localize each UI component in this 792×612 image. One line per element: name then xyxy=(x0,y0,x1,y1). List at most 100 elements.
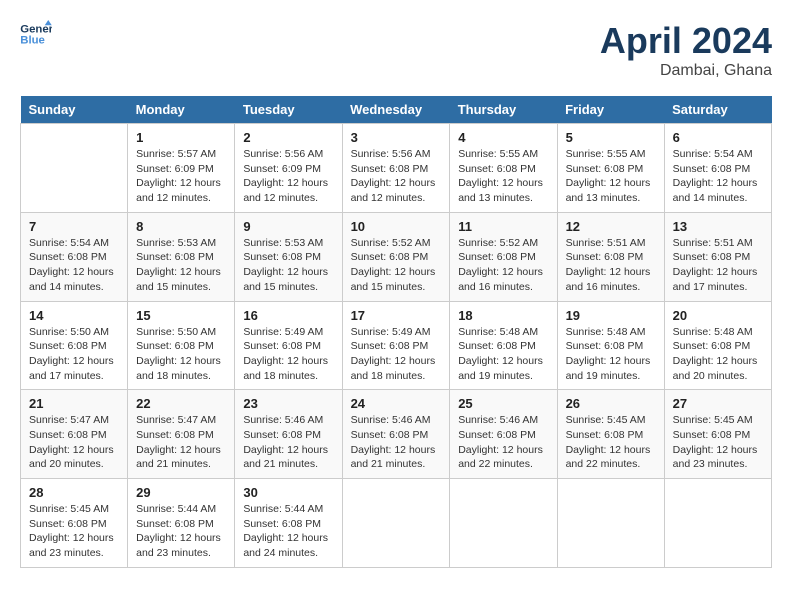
calendar-cell: 7 Sunrise: 5:54 AM Sunset: 6:08 PM Daylig… xyxy=(21,212,128,301)
day-info: Sunrise: 5:54 AM Sunset: 6:08 PM Dayligh… xyxy=(29,236,119,295)
calendar-cell xyxy=(450,479,557,568)
day-number: 6 xyxy=(673,130,763,145)
day-number: 14 xyxy=(29,308,119,323)
calendar-cell: 8 Sunrise: 5:53 AM Sunset: 6:08 PM Daylig… xyxy=(128,212,235,301)
calendar-cell: 6Sunrise: 5:54 AM Sunset: 6:08 PM Daylig… xyxy=(664,124,771,213)
day-number: 29 xyxy=(136,485,226,500)
day-info: Sunrise: 5:48 AM Sunset: 6:08 PM Dayligh… xyxy=(566,325,656,384)
day-number: 3 xyxy=(351,130,442,145)
day-number: 20 xyxy=(673,308,763,323)
calendar-cell: 15 Sunrise: 5:50 AM Sunset: 6:08 PM Dayli… xyxy=(128,301,235,390)
svg-text:Blue: Blue xyxy=(20,35,45,47)
day-number: 15 xyxy=(136,308,226,323)
day-number: 16 xyxy=(243,308,333,323)
weekday-wednesday: Wednesday xyxy=(342,96,450,124)
calendar-cell: 2Sunrise: 5:56 AM Sunset: 6:09 PM Daylig… xyxy=(235,124,342,213)
calendar-cell: 20 Sunrise: 5:48 AM Sunset: 6:08 PM Dayli… xyxy=(664,301,771,390)
day-info: Sunrise: 5:46 AM Sunset: 6:08 PM Dayligh… xyxy=(458,413,548,472)
calendar-cell: 21 Sunrise: 5:47 AM Sunset: 6:08 PM Dayli… xyxy=(21,390,128,479)
calendar-week-5: 28Sunrise: 5:45 AM Sunset: 6:08 PM Dayli… xyxy=(21,479,772,568)
day-info: Sunrise: 5:45 AM Sunset: 6:08 PM Dayligh… xyxy=(673,413,763,472)
day-info: Sunrise: 5:49 AM Sunset: 6:08 PM Dayligh… xyxy=(243,325,333,384)
day-info: Sunrise: 5:48 AM Sunset: 6:08 PM Dayligh… xyxy=(673,325,763,384)
calendar-cell: 29 Sunrise: 5:44 AM Sunset: 6:08 PM Dayli… xyxy=(128,479,235,568)
calendar-cell: 28Sunrise: 5:45 AM Sunset: 6:08 PM Dayli… xyxy=(21,479,128,568)
weekday-sunday: Sunday xyxy=(21,96,128,124)
day-info: Sunrise: 5:56 AM Sunset: 6:08 PM Dayligh… xyxy=(351,147,442,206)
calendar-cell: 30Sunrise: 5:44 AM Sunset: 6:08 PM Dayli… xyxy=(235,479,342,568)
calendar-table: SundayMondayTuesdayWednesdayThursdayFrid… xyxy=(20,96,772,568)
calendar-cell: 12 Sunrise: 5:51 AM Sunset: 6:08 PM Dayli… xyxy=(557,212,664,301)
weekday-saturday: Saturday xyxy=(664,96,771,124)
calendar-cell: 10Sunrise: 5:52 AM Sunset: 6:08 PM Dayli… xyxy=(342,212,450,301)
day-info: Sunrise: 5:46 AM Sunset: 6:08 PM Dayligh… xyxy=(243,413,333,472)
day-number: 23 xyxy=(243,396,333,411)
day-info: Sunrise: 5:49 AM Sunset: 6:08 PM Dayligh… xyxy=(351,325,442,384)
calendar-cell xyxy=(342,479,450,568)
day-number: 17 xyxy=(351,308,442,323)
day-info: Sunrise: 5:45 AM Sunset: 6:08 PM Dayligh… xyxy=(566,413,656,472)
day-info: Sunrise: 5:44 AM Sunset: 6:08 PM Dayligh… xyxy=(243,502,333,561)
calendar-cell: 3 Sunrise: 5:56 AM Sunset: 6:08 PM Daylig… xyxy=(342,124,450,213)
calendar-cell: 23 Sunrise: 5:46 AM Sunset: 6:08 PM Dayli… xyxy=(235,390,342,479)
day-info: Sunrise: 5:53 AM Sunset: 6:08 PM Dayligh… xyxy=(136,236,226,295)
day-number: 12 xyxy=(566,219,656,234)
weekday-friday: Friday xyxy=(557,96,664,124)
weekday-header: SundayMondayTuesdayWednesdayThursdayFrid… xyxy=(21,96,772,124)
day-info: Sunrise: 5:55 AM Sunset: 6:08 PM Dayligh… xyxy=(566,147,656,206)
calendar-week-3: 14 Sunrise: 5:50 AM Sunset: 6:08 PM Dayli… xyxy=(21,301,772,390)
month-title: April 2024 xyxy=(600,20,772,62)
day-number: 10 xyxy=(351,219,442,234)
day-info: Sunrise: 5:47 AM Sunset: 6:08 PM Dayligh… xyxy=(29,413,119,472)
day-number: 21 xyxy=(29,396,119,411)
location-title: Dambai, Ghana xyxy=(600,62,772,80)
calendar-week-2: 7 Sunrise: 5:54 AM Sunset: 6:08 PM Daylig… xyxy=(21,212,772,301)
day-info: Sunrise: 5:48 AM Sunset: 6:08 PM Dayligh… xyxy=(458,325,548,384)
day-info: Sunrise: 5:45 AM Sunset: 6:08 PM Dayligh… xyxy=(29,502,119,561)
calendar-cell: 25Sunrise: 5:46 AM Sunset: 6:08 PM Dayli… xyxy=(450,390,557,479)
day-info: Sunrise: 5:53 AM Sunset: 6:08 PM Dayligh… xyxy=(243,236,333,295)
logo: General Blue xyxy=(20,20,52,48)
day-number: 24 xyxy=(351,396,442,411)
day-number: 5 xyxy=(566,130,656,145)
day-number: 4 xyxy=(458,130,548,145)
logo-icon: General Blue xyxy=(20,20,52,48)
calendar-cell xyxy=(21,124,128,213)
day-number: 9 xyxy=(243,219,333,234)
day-number: 2 xyxy=(243,130,333,145)
day-info: Sunrise: 5:50 AM Sunset: 6:08 PM Dayligh… xyxy=(136,325,226,384)
day-number: 8 xyxy=(136,219,226,234)
calendar-cell: 11 Sunrise: 5:52 AM Sunset: 6:08 PM Dayli… xyxy=(450,212,557,301)
day-info: Sunrise: 5:51 AM Sunset: 6:08 PM Dayligh… xyxy=(566,236,656,295)
weekday-thursday: Thursday xyxy=(450,96,557,124)
calendar-cell: 22Sunrise: 5:47 AM Sunset: 6:08 PM Dayli… xyxy=(128,390,235,479)
calendar-cell: 1Sunrise: 5:57 AM Sunset: 6:09 PM Daylig… xyxy=(128,124,235,213)
calendar-cell: 18Sunrise: 5:48 AM Sunset: 6:08 PM Dayli… xyxy=(450,301,557,390)
day-info: Sunrise: 5:55 AM Sunset: 6:08 PM Dayligh… xyxy=(458,147,548,206)
calendar-week-4: 21 Sunrise: 5:47 AM Sunset: 6:08 PM Dayli… xyxy=(21,390,772,479)
day-number: 26 xyxy=(566,396,656,411)
calendar-body: 1Sunrise: 5:57 AM Sunset: 6:09 PM Daylig… xyxy=(21,124,772,568)
weekday-tuesday: Tuesday xyxy=(235,96,342,124)
day-info: Sunrise: 5:52 AM Sunset: 6:08 PM Dayligh… xyxy=(458,236,548,295)
day-info: Sunrise: 5:50 AM Sunset: 6:08 PM Dayligh… xyxy=(29,325,119,384)
calendar-cell: 27 Sunrise: 5:45 AM Sunset: 6:08 PM Dayli… xyxy=(664,390,771,479)
calendar-cell: 9 Sunrise: 5:53 AM Sunset: 6:08 PM Daylig… xyxy=(235,212,342,301)
day-number: 27 xyxy=(673,396,763,411)
calendar-cell: 16 Sunrise: 5:49 AM Sunset: 6:08 PM Dayli… xyxy=(235,301,342,390)
calendar-cell: 4 Sunrise: 5:55 AM Sunset: 6:08 PM Daylig… xyxy=(450,124,557,213)
day-number: 22 xyxy=(136,396,226,411)
calendar-cell: 19 Sunrise: 5:48 AM Sunset: 6:08 PM Dayli… xyxy=(557,301,664,390)
calendar-cell xyxy=(664,479,771,568)
day-info: Sunrise: 5:46 AM Sunset: 6:08 PM Dayligh… xyxy=(351,413,442,472)
day-number: 1 xyxy=(136,130,226,145)
day-number: 11 xyxy=(458,219,548,234)
day-info: Sunrise: 5:51 AM Sunset: 6:08 PM Dayligh… xyxy=(673,236,763,295)
weekday-monday: Monday xyxy=(128,96,235,124)
calendar-cell: 17 Sunrise: 5:49 AM Sunset: 6:08 PM Dayli… xyxy=(342,301,450,390)
calendar-cell: 13Sunrise: 5:51 AM Sunset: 6:08 PM Dayli… xyxy=(664,212,771,301)
day-number: 7 xyxy=(29,219,119,234)
header: General Blue April 2024 Dambai, Ghana xyxy=(20,20,772,80)
day-info: Sunrise: 5:44 AM Sunset: 6:08 PM Dayligh… xyxy=(136,502,226,561)
day-number: 19 xyxy=(566,308,656,323)
